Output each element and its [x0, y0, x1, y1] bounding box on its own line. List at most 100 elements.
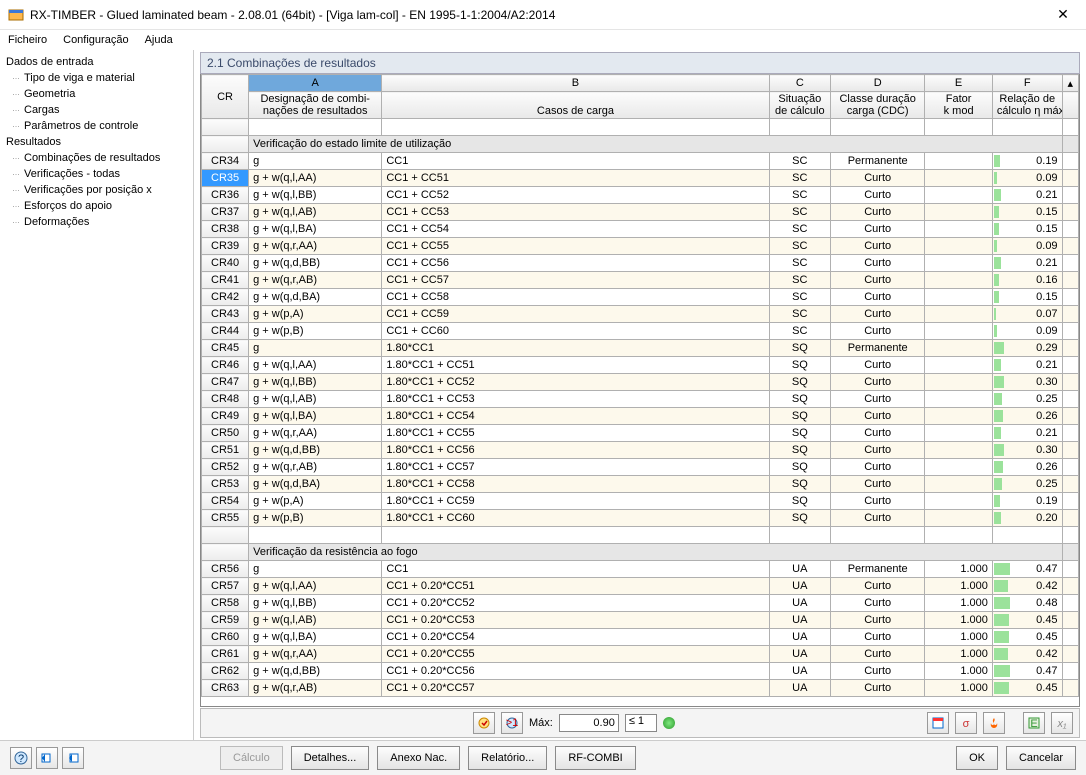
row-header[interactable]: CR46	[202, 357, 249, 374]
table-row[interactable]: CR52g + w(q,r,AB)1.80*CC1 + CC57SQCurto0…	[202, 459, 1079, 476]
col-C[interactable]: C	[769, 75, 830, 92]
row-header[interactable]: CR43	[202, 306, 249, 323]
row-header[interactable]: CR37	[202, 204, 249, 221]
table-row[interactable]: CR38g + w(q,l,BA)CC1 + CC54SCCurto0.15	[202, 221, 1079, 238]
ok-button[interactable]: OK	[956, 746, 998, 770]
tree-item[interactable]: Geometria	[2, 86, 191, 102]
row-header[interactable]: CR59	[202, 612, 249, 629]
col-D[interactable]: D	[831, 75, 925, 92]
row-header[interactable]: CR38	[202, 221, 249, 238]
table-row[interactable]: CR39g + w(q,r,AA)CC1 + CC55SCCurto0.09	[202, 238, 1079, 255]
row-header[interactable]: CR39	[202, 238, 249, 255]
row-header[interactable]: CR48	[202, 391, 249, 408]
national-annex-button[interactable]: Anexo Nac.	[377, 746, 460, 770]
report-button[interactable]: Relatório...	[468, 746, 547, 770]
tree-item[interactable]: Parâmetros de controle	[2, 118, 191, 134]
navigator-tree[interactable]: Dados de entrada Tipo de viga e material…	[0, 50, 194, 740]
tree-item[interactable]: Combinações de resultados	[2, 150, 191, 166]
cancel-button[interactable]: Cancelar	[1006, 746, 1076, 770]
table-row[interactable]: CR62g + w(q,d,BB)CC1 + 0.20*CC56UACurto1…	[202, 663, 1079, 680]
row-header[interactable]: CR55	[202, 510, 249, 527]
table-row[interactable]: CR60g + w(q,l,BA)CC1 + 0.20*CC54UACurto1…	[202, 629, 1079, 646]
table-row[interactable]: CR59g + w(q,l,AB)CC1 + 0.20*CC53UACurto1…	[202, 612, 1079, 629]
table-row[interactable]: CR48g + w(q,l,AB)1.80*CC1 + CC53SQCurto0…	[202, 391, 1079, 408]
row-header[interactable]: CR47	[202, 374, 249, 391]
row-header[interactable]: CR40	[202, 255, 249, 272]
tree-item[interactable]: Tipo de viga e material	[2, 70, 191, 86]
rf-combi-button[interactable]: RF-COMBI	[555, 746, 635, 770]
col-B[interactable]: B	[382, 75, 769, 92]
prev-table-button[interactable]	[36, 747, 58, 769]
row-header[interactable]: CR36	[202, 187, 249, 204]
tree-results-root[interactable]: Resultados	[2, 134, 191, 150]
table-row[interactable]: CR45g1.80*CC1SQPermanente0.29	[202, 340, 1079, 357]
table-row[interactable]: CR55g + w(p,B)1.80*CC1 + CC60SQCurto0.20	[202, 510, 1079, 527]
details-button[interactable]: Detalhes...	[291, 746, 370, 770]
export-excel-button[interactable]: E	[1023, 712, 1045, 734]
table-row[interactable]: CR54g + w(p,A)1.80*CC1 + CC59SQCurto0.19	[202, 493, 1079, 510]
close-button[interactable]: ✕	[1048, 6, 1078, 23]
tree-item[interactable]: Deformações	[2, 214, 191, 230]
row-header[interactable]: CR53	[202, 476, 249, 493]
filter-exceed-button[interactable]: >1	[501, 712, 523, 734]
results-grid[interactable]: CR A B C D E F ▴ Designação de combi-naç…	[200, 74, 1080, 707]
tree-item[interactable]: Verificações por posição x	[2, 182, 191, 198]
table-row[interactable]: CR53g + w(q,d,BA)1.80*CC1 + CC58SQCurto0…	[202, 476, 1079, 493]
row-header[interactable]: CR62	[202, 663, 249, 680]
tree-item[interactable]: Verificações - todas	[2, 166, 191, 182]
table-row[interactable]: CR42g + w(q,d,BA)CC1 + CC58SCCurto0.15	[202, 289, 1079, 306]
scroll-up-icon[interactable]: ▴	[1062, 75, 1078, 92]
row-header[interactable]: CR34	[202, 153, 249, 170]
row-header[interactable]: CR60	[202, 629, 249, 646]
max-value-input[interactable]	[559, 714, 619, 732]
menu-config[interactable]: Configuração	[63, 34, 128, 46]
col-F[interactable]: F	[992, 75, 1062, 92]
row-header[interactable]: CR63	[202, 680, 249, 697]
row-header[interactable]: CR56	[202, 561, 249, 578]
row-header[interactable]: CR35	[202, 170, 249, 187]
col-cr[interactable]: CR	[202, 75, 249, 119]
table-row[interactable]: CR46g + w(q,l,AA)1.80*CC1 + CC51SQCurto0…	[202, 357, 1079, 374]
row-header[interactable]: CR42	[202, 289, 249, 306]
row-header[interactable]: CR54	[202, 493, 249, 510]
col-E[interactable]: E	[925, 75, 993, 92]
menu-file[interactable]: Ficheiro	[8, 34, 47, 46]
next-table-button[interactable]	[62, 747, 84, 769]
table-row[interactable]: CR49g + w(q,l,BA)1.80*CC1 + CC54SQCurto0…	[202, 408, 1079, 425]
tree-input-root[interactable]: Dados de entrada	[2, 54, 191, 70]
tree-item[interactable]: Esforços do apoio	[2, 198, 191, 214]
row-header[interactable]: CR61	[202, 646, 249, 663]
col-A[interactable]: A	[249, 75, 382, 92]
row-header[interactable]: CR45	[202, 340, 249, 357]
help-button[interactable]: ?	[10, 747, 32, 769]
jump-graphic-button[interactable]: x₁	[1051, 712, 1073, 734]
table-row[interactable]: CR57g + w(q,l,AA)CC1 + 0.20*CC51UACurto1…	[202, 578, 1079, 595]
tree-item[interactable]: Cargas	[2, 102, 191, 118]
table-row[interactable]: CR34gCC1SCPermanente0.19	[202, 153, 1079, 170]
table-row[interactable]: CR35g + w(q,l,AA)CC1 + CC51SCCurto0.09	[202, 170, 1079, 187]
view-sigma-button[interactable]: σ	[955, 712, 977, 734]
row-header[interactable]: CR49	[202, 408, 249, 425]
row-header[interactable]: CR52	[202, 459, 249, 476]
table-row[interactable]: CR47g + w(q,l,BB)1.80*CC1 + CC52SQCurto0…	[202, 374, 1079, 391]
table-row[interactable]: CR43g + w(p,A)CC1 + CC59SCCurto0.07	[202, 306, 1079, 323]
row-header[interactable]: CR50	[202, 425, 249, 442]
table-row[interactable]: CR40g + w(q,d,BB)CC1 + CC56SCCurto0.21	[202, 255, 1079, 272]
menu-help[interactable]: Ajuda	[145, 34, 173, 46]
view-fire-button[interactable]	[983, 712, 1005, 734]
table-row[interactable]: CR51g + w(q,d,BB)1.80*CC1 + CC56SQCurto0…	[202, 442, 1079, 459]
row-header[interactable]: CR58	[202, 595, 249, 612]
table-row[interactable]: CR61g + w(q,r,AA)CC1 + 0.20*CC55UACurto1…	[202, 646, 1079, 663]
row-header[interactable]: CR44	[202, 323, 249, 340]
row-header[interactable]: CR41	[202, 272, 249, 289]
table-row[interactable]: CR56gCC1UAPermanente1.0000.47	[202, 561, 1079, 578]
row-header[interactable]: CR51	[202, 442, 249, 459]
table-row[interactable]: CR36g + w(q,l,BB)CC1 + CC52SCCurto0.21	[202, 187, 1079, 204]
table-row[interactable]: CR37g + w(q,l,AB)CC1 + CC53SCCurto0.15	[202, 204, 1079, 221]
table-row[interactable]: CR44g + w(p,B)CC1 + CC60SCCurto0.09	[202, 323, 1079, 340]
table-row[interactable]: CR63g + w(q,r,AB)CC1 + 0.20*CC57UACurto1…	[202, 680, 1079, 697]
filter-highlight-button[interactable]	[473, 712, 495, 734]
view-colors-button[interactable]	[927, 712, 949, 734]
table-row[interactable]: CR58g + w(q,l,BB)CC1 + 0.20*CC52UACurto1…	[202, 595, 1079, 612]
table-row[interactable]: CR50g + w(q,r,AA)1.80*CC1 + CC55SQCurto0…	[202, 425, 1079, 442]
